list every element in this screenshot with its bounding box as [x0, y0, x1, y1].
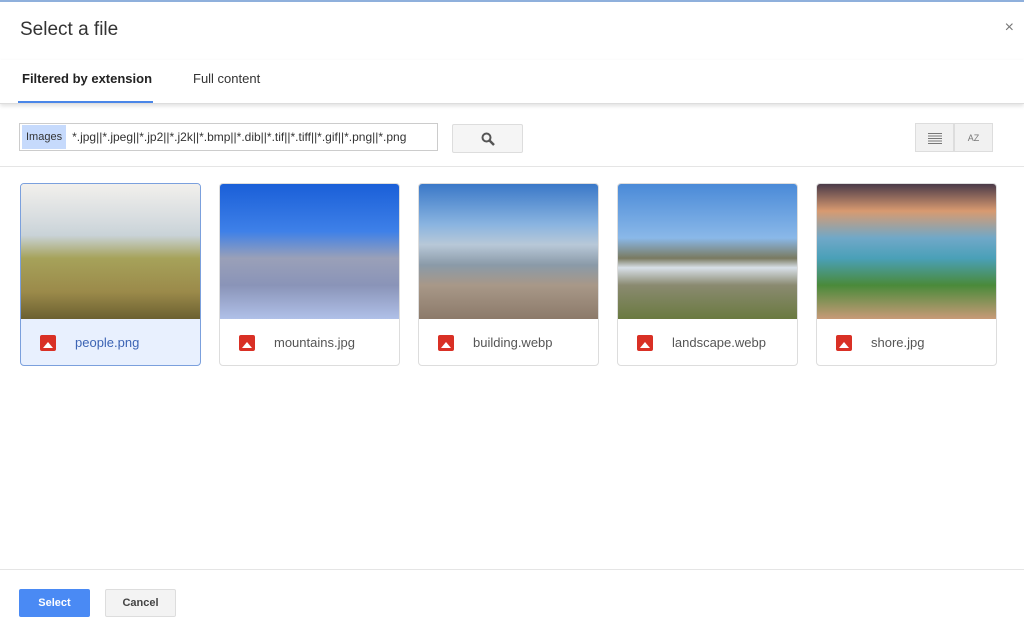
file-card[interactable]: people.png	[20, 183, 201, 366]
select-button[interactable]: Select	[19, 589, 90, 617]
file-card[interactable]: building.webp	[418, 183, 599, 366]
sort-az-icon: AZ	[967, 132, 980, 143]
close-icon[interactable]: ×	[1005, 19, 1014, 37]
image-file-icon	[836, 334, 852, 351]
file-name: people.png	[75, 335, 140, 350]
search-button[interactable]	[452, 124, 523, 153]
file-name: building.webp	[473, 335, 553, 350]
thumbnail-image	[419, 184, 598, 319]
filter-input[interactable]: Images *.jpg||*.jpeg||*.jp2||*.j2k||*.bm…	[19, 123, 438, 151]
list-view-icon	[927, 132, 942, 144]
file-name: landscape.webp	[672, 335, 766, 350]
thumbnail-image	[21, 184, 200, 319]
file-name: shore.jpg	[871, 335, 925, 350]
file-card[interactable]: landscape.webp	[617, 183, 798, 366]
file-name: mountains.jpg	[274, 335, 355, 350]
file-card[interactable]: shore.jpg	[816, 183, 997, 366]
cancel-button[interactable]: Cancel	[105, 589, 176, 617]
sort-button[interactable]: AZ	[954, 123, 993, 152]
divider	[0, 569, 1024, 570]
image-file-icon	[40, 334, 56, 351]
top-border	[0, 0, 1024, 2]
image-file-icon	[438, 334, 454, 351]
image-file-icon	[637, 334, 653, 351]
tab-filtered-by-extension[interactable]: Filtered by extension	[22, 71, 152, 86]
filter-chip[interactable]: Images	[22, 125, 67, 149]
image-file-icon	[239, 334, 255, 351]
thumbnail-image	[817, 184, 996, 319]
list-view-button[interactable]	[915, 123, 954, 152]
dialog-title: Select a file	[20, 19, 119, 40]
filter-value[interactable]: *.jpg||*.jpeg||*.jp2||*.j2k||*.bmp||*.di…	[72, 130, 406, 144]
file-card[interactable]: mountains.jpg	[219, 183, 400, 366]
thumbnail-image	[220, 184, 399, 319]
tab-full-content[interactable]: Full content	[193, 71, 260, 86]
tab-bar: Filtered by extension Full content	[0, 60, 1024, 104]
thumbnail-image	[618, 184, 797, 319]
divider	[0, 166, 1024, 167]
active-tab-indicator	[18, 101, 153, 103]
search-icon	[481, 132, 495, 146]
